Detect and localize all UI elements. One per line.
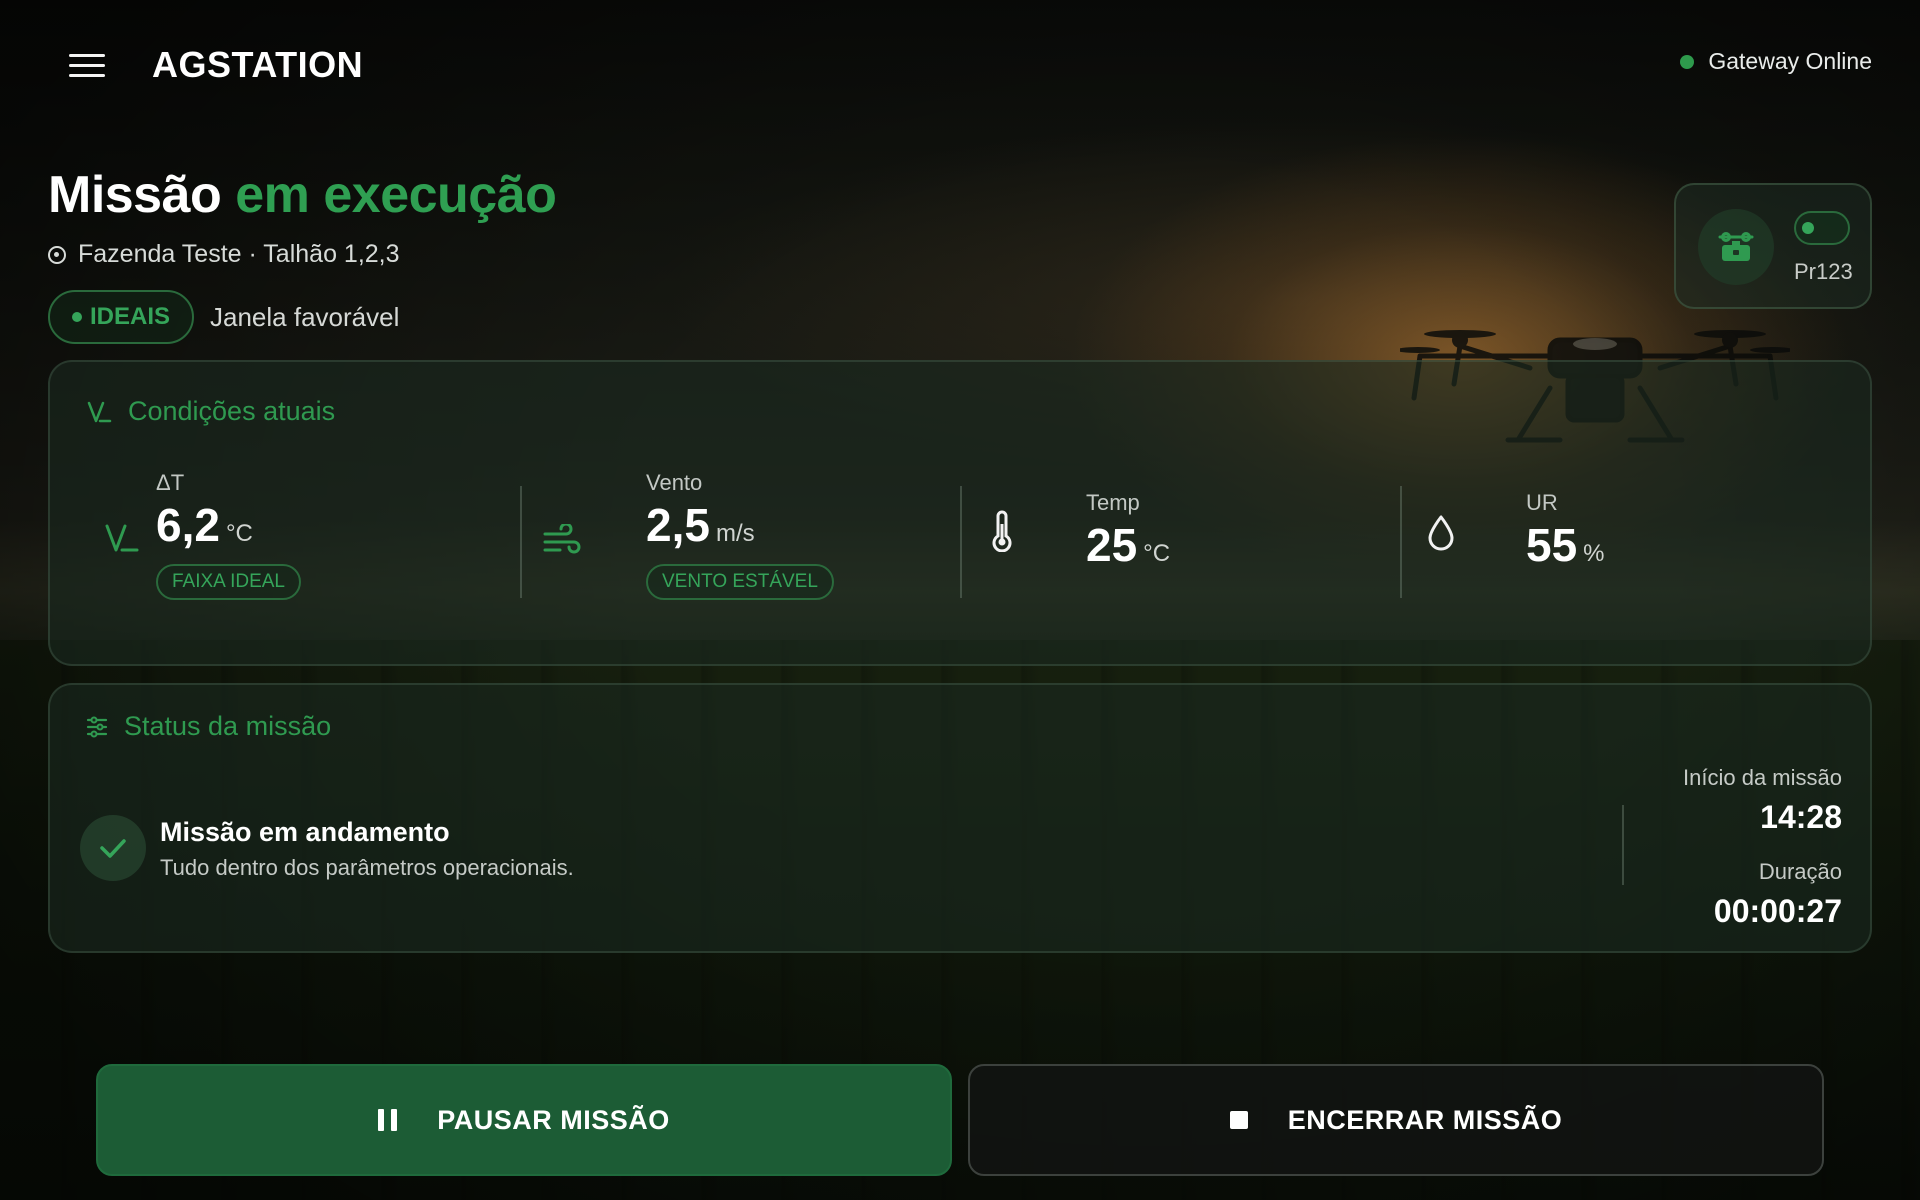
- wind-status-tag: VENTO ESTÁVEL: [646, 564, 834, 600]
- window-status-text: Janela favorável: [210, 301, 400, 332]
- status-title-label: Status da missão: [124, 711, 332, 741]
- pause-mission-button[interactable]: PAUSAR MISSÃO: [96, 1064, 952, 1176]
- metric-divider: [1400, 486, 1402, 598]
- mission-status-heading: Missão em andamento: [160, 817, 450, 847]
- conditions-card-title: Condições atuais: [86, 396, 335, 427]
- mission-location: Fazenda Teste · Talhão 1,2,3: [48, 240, 400, 269]
- temperature-label: Temp: [1086, 490, 1140, 515]
- mission-status-description: Tudo dentro dos parâmetros operacionais.: [160, 855, 574, 880]
- toggle-knob: [1802, 222, 1814, 234]
- conditions-summary: IDEAIS Janela favorável: [48, 290, 399, 344]
- mission-start-block: Início da missão 14:28: [1683, 765, 1842, 836]
- wind-icon: [543, 524, 581, 554]
- pause-mission-label: PAUSAR MISSÃO: [437, 1104, 670, 1135]
- device-toggle[interactable]: [1794, 211, 1850, 245]
- humidity-unit: %: [1583, 540, 1605, 567]
- end-mission-label: ENCERRAR MISSÃO: [1287, 1104, 1563, 1135]
- location-text: Fazenda Teste · Talhão 1,2,3: [78, 240, 400, 268]
- device-widget[interactable]: Pr123: [1674, 183, 1872, 309]
- ideal-status-badge: IDEAIS: [48, 290, 195, 344]
- gateway-status: Gateway Online: [1680, 48, 1872, 75]
- wind-value: 2,5: [646, 499, 710, 551]
- delta-t-value: 6,2: [156, 499, 220, 551]
- metric-wind: Vento 2,5 m/s VENTO ESTÁVEL: [540, 470, 910, 600]
- top-bar: AGSTATION Gateway Online: [0, 0, 1920, 130]
- location-pin-icon: [48, 245, 66, 264]
- metric-delta-t: ΔT 6,2 °C FAIXA IDEAL: [104, 470, 474, 600]
- mission-start-label: Início da missão: [1683, 765, 1842, 790]
- sprayer-device-icon: [1718, 232, 1754, 261]
- status-dot-icon: [1680, 54, 1695, 69]
- hamburger-menu-icon[interactable]: [62, 46, 112, 84]
- humidity-value: 55: [1526, 519, 1578, 571]
- status-card-title: Status da missão: [86, 711, 331, 742]
- wind-label: Vento: [646, 470, 703, 495]
- delta-t-label: ΔT: [156, 470, 185, 495]
- temperature-value: 25: [1086, 519, 1138, 571]
- metric-temperature: Temp 25 °C: [990, 470, 1360, 600]
- brand-logo-text: AGSTATION: [152, 44, 364, 85]
- gateway-status-label: Gateway Online: [1708, 48, 1872, 74]
- device-label: Pr123: [1794, 259, 1853, 284]
- delta-t-unit: °C: [225, 520, 253, 547]
- status-divider: [1622, 805, 1624, 885]
- metric-humidity: UR 55%: [1422, 470, 1792, 600]
- page-title: Missão em execução: [48, 165, 557, 225]
- mission-status-card: Status da missão Missão em andamento Tud…: [48, 683, 1872, 953]
- mission-duration-value: 00:00:27: [1713, 893, 1842, 929]
- end-mission-button[interactable]: ENCERRAR MISSÃO: [968, 1064, 1824, 1176]
- mission-duration-block: Duração 00:00:27: [1714, 859, 1842, 930]
- page-title-accent: em execução: [235, 166, 557, 224]
- humidity-label: UR: [1526, 490, 1558, 515]
- wind-value-row: 2,5 m/s: [646, 498, 755, 552]
- status-list-icon: [86, 716, 108, 737]
- delta-t-metric-icon: [105, 524, 139, 552]
- metric-divider: [520, 486, 522, 598]
- metric-divider: [960, 486, 962, 598]
- temperature-value-row: 25 °C: [1086, 518, 1170, 572]
- wind-unit: m/s: [715, 520, 755, 547]
- delta-t-status-tag: FAIXA IDEAL: [156, 564, 301, 600]
- conditions-title-label: Condições atuais: [128, 396, 336, 426]
- delta-t-value-row: 6,2 °C: [156, 498, 253, 552]
- mission-duration-label: Duração: [1758, 859, 1842, 884]
- humidity-drop-icon: [1428, 515, 1454, 551]
- device-icon-container: [1698, 209, 1774, 285]
- badge-dot-icon: [72, 312, 82, 322]
- badge-label: IDEAIS: [90, 303, 171, 330]
- pause-icon: [378, 1109, 398, 1131]
- stop-icon: [1229, 1111, 1248, 1129]
- humidity-value-row: 55%: [1526, 518, 1605, 572]
- check-icon: [80, 815, 146, 881]
- delta-t-icon: [87, 401, 112, 422]
- current-conditions-card: Condições atuais ΔT 6,2 °C FAIXA IDEAL Ve…: [48, 360, 1872, 666]
- temperature-unit: °C: [1143, 540, 1171, 567]
- thermometer-icon: [992, 510, 1012, 552]
- page-title-main: Missão: [48, 166, 222, 224]
- mission-start-value: 14:28: [1760, 799, 1842, 835]
